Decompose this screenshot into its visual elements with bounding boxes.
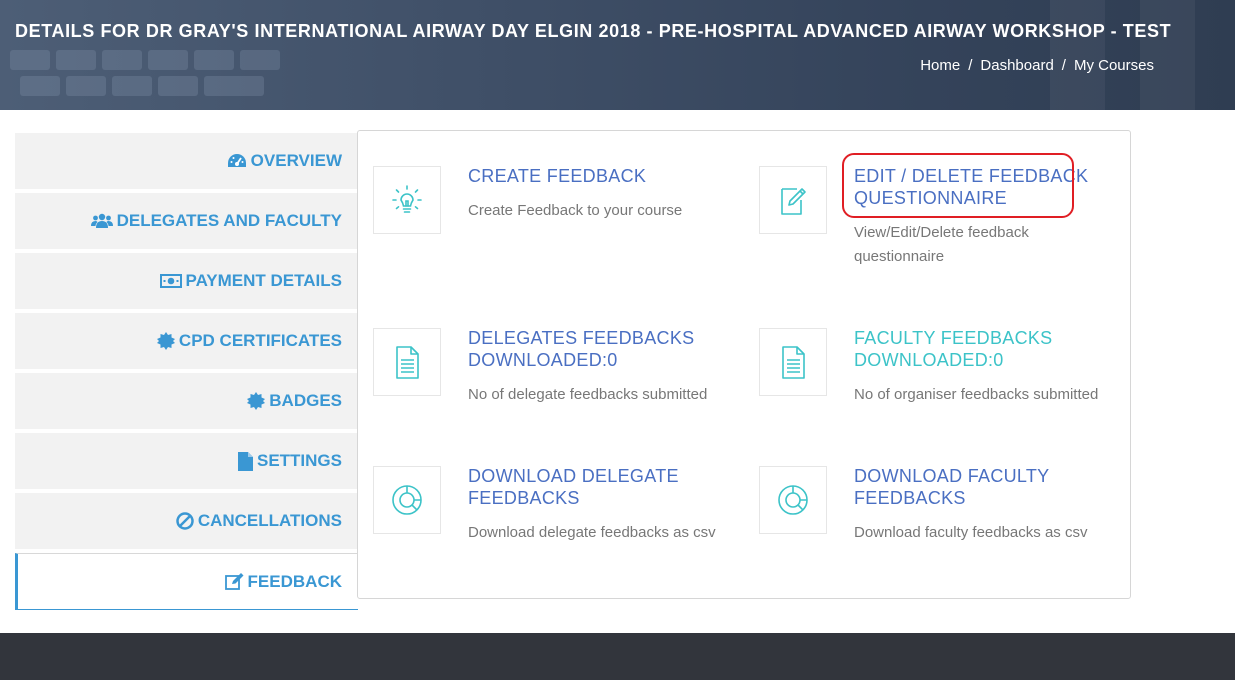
sidebar-item-payment-details[interactable]: PAYMENT DETAILS [15, 253, 358, 309]
sidebar-item-label: OVERVIEW [250, 151, 342, 170]
pie-chart-icon [373, 466, 441, 534]
download-faculty-feedbacks-desc: Download faculty feedbacks as csv [854, 524, 1088, 541]
sidebar-item-cancellations[interactable]: CANCELLATIONS [15, 493, 358, 549]
edit-icon [224, 573, 244, 590]
sidebar: OVERVIEW DELEGATES AND FACULTY PAYMENT D… [15, 133, 358, 614]
document-lines-icon [759, 328, 827, 396]
document-lines-icon [373, 328, 441, 396]
sidebar-item-label: BADGES [269, 391, 342, 410]
download-delegate-feedbacks-desc: Download delegate feedbacks as csv [468, 524, 716, 541]
header-bg-stripe [1140, 0, 1195, 110]
dashboard-icon [227, 153, 247, 169]
delegates-feedbacks-title: DELEGATES FEEDBACKS DOWNLOADED:0 [468, 328, 695, 370]
certificate-icon [156, 332, 175, 350]
sidebar-item-label: PAYMENT DETAILS [185, 271, 342, 290]
file-icon [237, 451, 253, 471]
breadcrumb-separator: / [1061, 57, 1066, 74]
ban-icon [176, 512, 194, 530]
lightbulb-icon [373, 166, 441, 234]
breadcrumb-separator: / [968, 57, 973, 74]
header-background-keyboard [0, 40, 300, 110]
edit-document-icon [759, 166, 827, 234]
pie-chart-icon [759, 466, 827, 534]
faculty-feedbacks-desc: No of organiser feedbacks submitted [854, 386, 1099, 403]
page-header: DETAILS FOR DR GRAY'S INTERNATIONAL AIRW… [0, 0, 1235, 110]
download-delegate-feedbacks-title[interactable]: DOWNLOAD DELEGATE FEEDBACKS [468, 465, 728, 509]
create-feedback-desc: Create Feedback to your course [468, 202, 683, 219]
sidebar-item-badges[interactable]: BADGES [15, 373, 358, 429]
sidebar-item-label: FEEDBACK [247, 571, 342, 591]
certificate-icon [247, 392, 266, 410]
sidebar-item-overview[interactable]: OVERVIEW [15, 133, 358, 189]
delegates-feedbacks-desc: No of delegate feedbacks submitted [468, 386, 708, 403]
header-bg-stripe [1050, 0, 1105, 110]
page-footer [0, 633, 1235, 680]
download-faculty-feedbacks-title[interactable]: DOWNLOAD FACULTY FEEDBACKS [854, 465, 1114, 509]
create-feedback-title[interactable]: CREATE FEEDBACK [468, 165, 728, 187]
users-icon [90, 213, 113, 229]
page-title: DETAILS FOR DR GRAY'S INTERNATIONAL AIRW… [15, 21, 1172, 41]
highlight-annotation [842, 153, 1074, 218]
sidebar-item-label: SETTINGS [256, 451, 342, 470]
breadcrumb-my-courses[interactable]: My Courses [1074, 57, 1154, 74]
sidebar-item-feedback[interactable]: FEEDBACK [15, 553, 358, 610]
faculty-feedbacks-title: FACULTY FEEDBACKS DOWNLOADED:0 [854, 328, 1053, 370]
sidebar-item-label: DELEGATES AND FACULTY [116, 211, 342, 230]
sidebar-item-delegates-and-faculty[interactable]: DELEGATES AND FACULTY [15, 193, 358, 249]
sidebar-item-cpd-certificates[interactable]: CPD CERTIFICATES [15, 313, 358, 369]
sidebar-item-label: CANCELLATIONS [197, 511, 342, 530]
sidebar-item-label: CPD CERTIFICATES [178, 331, 342, 350]
sidebar-item-settings[interactable]: SETTINGS [15, 433, 358, 489]
money-icon [159, 274, 182, 288]
breadcrumb: Home / Dashboard / My Courses [920, 57, 1154, 74]
edit-feedback-desc: View/Edit/Delete feedback questionnaire [854, 224, 1029, 265]
breadcrumb-home[interactable]: Home [920, 57, 960, 74]
breadcrumb-dashboard[interactable]: Dashboard [980, 57, 1053, 74]
